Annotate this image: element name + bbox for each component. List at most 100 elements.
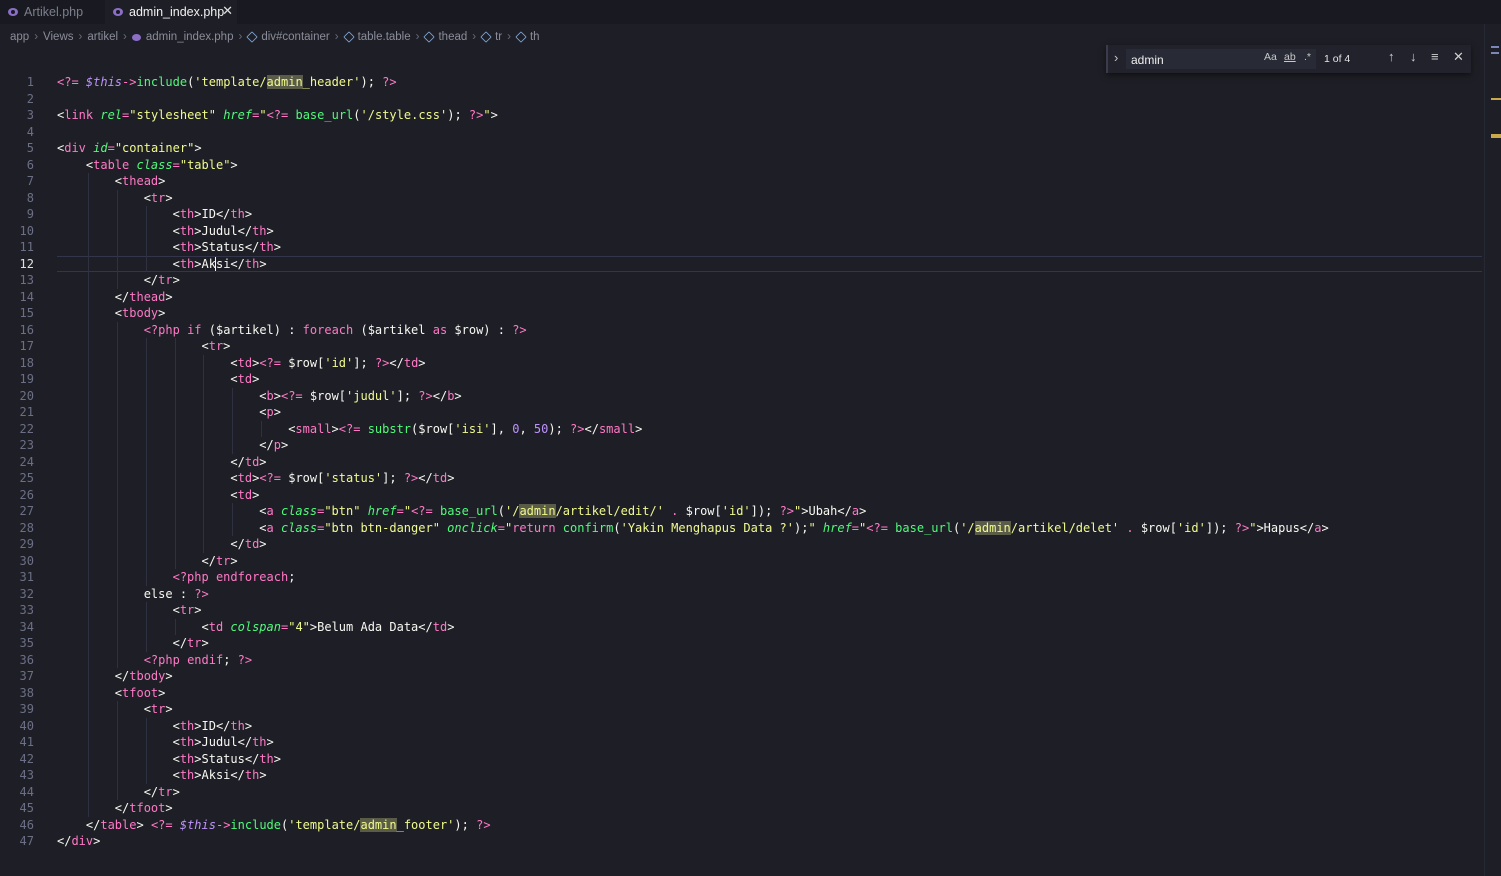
code-line[interactable]: 26 <td> <box>0 486 1482 503</box>
code-line[interactable]: 35 </tr> <box>0 635 1482 652</box>
code-line[interactable]: 19 <td> <box>0 371 1482 388</box>
code-line[interactable]: 42 <th>Status</th> <box>0 750 1482 768</box>
code-line[interactable]: 45 </tfoot> <box>0 800 1482 817</box>
code-line[interactable]: 7 <thead> <box>0 173 1482 190</box>
code-line[interactable]: 4 <box>0 124 1482 141</box>
code-line[interactable]: 2 <box>0 91 1482 108</box>
code-line[interactable]: 9 <th>ID</th> <box>0 206 1482 223</box>
code-line[interactable]: 28 <a class="btn btn-danger" onclick="re… <box>0 519 1482 536</box>
chevron-right-icon[interactable]: › <box>1114 50 1118 65</box>
code-line[interactable]: 15 <tbody> <box>0 305 1482 322</box>
code-line[interactable]: 16 <?php if ($artikel) : foreach ($artik… <box>0 321 1482 338</box>
code-line[interactable]: 21 <p> <box>0 404 1482 421</box>
code-token: 'isi' <box>454 421 491 436</box>
code-text: <th>Status</th> <box>57 751 281 768</box>
code-line[interactable]: 1 <?= $this->include('template/admin_head… <box>0 74 1482 91</box>
code-line[interactable]: 36 <?php endif; ?> <box>0 651 1482 668</box>
code-text: <th>Judul</th> <box>57 223 274 240</box>
code-line[interactable]: 18 <td><?= $row['id']; ?></td> <box>0 354 1482 371</box>
code-text: <a class="btn" href="<?= base_url('/admi… <box>57 503 866 520</box>
code-line[interactable]: 12 <th>Aksi</th> <box>0 255 1482 272</box>
match-case-toggle[interactable]: Aa <box>1264 51 1277 63</box>
code-token: admin <box>266 75 303 89</box>
code-line[interactable]: 8 <tr> <box>0 189 1482 206</box>
code-line[interactable]: 44 </tr> <box>0 783 1482 800</box>
code-token: th <box>179 256 195 271</box>
code-token: > <box>165 289 173 304</box>
close-icon[interactable]: ✕ <box>1453 49 1464 65</box>
breadcrumb-item[interactable]: table.table <box>358 31 411 43</box>
code-token: th <box>230 207 245 221</box>
tab-admin-index-php[interactable]: admin_index.php ✕ <box>105 0 237 24</box>
find-in-selection-icon[interactable]: ≡ <box>1431 49 1439 64</box>
code-line[interactable]: 13 </tr> <box>0 272 1482 289</box>
code-line[interactable]: 29 </td> <box>0 536 1482 553</box>
code-line[interactable]: 10 <th>Judul</th> <box>0 222 1482 240</box>
code-token: include <box>230 817 281 832</box>
code-line[interactable]: 24 </td> <box>0 453 1482 470</box>
breadcrumb-item[interactable]: admin_index.php <box>146 31 234 43</box>
code-line[interactable]: 43 <th>Aksi</th> <box>0 767 1482 784</box>
code-line[interactable]: 39 <tr> <box>0 701 1482 718</box>
arrow-up-icon[interactable]: ↑ <box>1388 49 1395 64</box>
regex-toggle[interactable]: .* <box>1304 51 1311 63</box>
breadcrumb-item[interactable]: div#container <box>261 31 329 43</box>
tab-artikel-php[interactable]: Artikel.php <box>0 0 105 24</box>
code-token: "container" <box>114 141 195 155</box>
code-line[interactable]: 17 <tr> <box>0 338 1482 355</box>
code-token: < <box>57 603 180 617</box>
code-text: <th>Status</th> <box>57 239 281 256</box>
breadcrumb-item[interactable]: Views <box>43 31 73 43</box>
tab-label: admin_index.php <box>129 5 225 19</box>
line-number: 18 <box>19 355 34 370</box>
code-line[interactable]: 41 <th>Judul</th> <box>0 734 1482 751</box>
code-token: tr <box>158 273 173 287</box>
line-number: 16 <box>19 322 34 337</box>
code-token: si</ <box>215 256 245 271</box>
breadcrumb-item[interactable]: artikel <box>87 31 118 43</box>
code-line[interactable]: 22 <small><?= substr($row['isi'], 0, 50)… <box>0 420 1482 437</box>
code-token: td <box>237 355 253 370</box>
breadcrumb-item[interactable]: th <box>530 31 540 43</box>
breadcrumb-item[interactable]: tr <box>495 31 502 43</box>
code-token: class <box>136 157 173 172</box>
code-line[interactable]: 47 </div> <box>0 833 1482 850</box>
whole-word-toggle[interactable]: ab <box>1284 51 1296 63</box>
code-line[interactable]: 5 <div id="container"> <box>0 140 1482 157</box>
code-line[interactable]: 3 <link rel="stylesheet" href="<?= base_u… <box>0 107 1482 124</box>
code-line[interactable]: 27 <a class="btn" href="<?= base_url('/a… <box>0 503 1482 520</box>
code-line[interactable]: 37 </tbody> <box>0 668 1482 685</box>
code-line[interactable]: 31 <?php endforeach; <box>0 569 1482 586</box>
code-token: "stylesheet" <box>129 108 224 122</box>
code-line[interactable]: 23 </p> <box>0 437 1482 454</box>
close-icon[interactable]: ✕ <box>222 3 233 19</box>
code-token: rel <box>100 108 123 122</box>
code-line[interactable]: 11 <th>Status</th> <box>0 239 1482 256</box>
code-line[interactable]: 14 </thead> <box>0 288 1482 305</box>
code-token: tfoot <box>129 801 166 815</box>
code-line[interactable]: 33 <tr> <box>0 602 1482 619</box>
line-number: 15 <box>19 306 34 320</box>
arrow-down-icon[interactable]: ↓ <box>1410 49 1417 64</box>
code-editor[interactable]: 1 <?= $this->include('template/admin_head… <box>0 74 1482 850</box>
code-line[interactable]: 6 <table class="table"> <box>0 157 1482 174</box>
code-token: > <box>259 768 267 782</box>
code-line[interactable]: 30 </tr> <box>0 552 1482 569</box>
code-line[interactable]: 40 <th>ID</th> <box>0 717 1482 734</box>
vertical-scrollbar[interactable] <box>1484 24 1501 876</box>
code-token: </ <box>57 289 130 304</box>
code-token: > <box>136 817 151 832</box>
code-line[interactable]: 38 <tfoot> <box>0 684 1482 701</box>
code-line[interactable]: 32 else : ?> <box>0 585 1482 602</box>
breadcrumb-item[interactable]: thead <box>438 31 467 43</box>
code-token: >Ak <box>194 256 216 271</box>
code-token: tbody <box>129 669 166 683</box>
breadcrumb-item[interactable]: app <box>10 31 29 43</box>
code-line[interactable]: 34 <td colspan="4">Belum Ada Data</td> <box>0 618 1482 635</box>
code-token: small <box>295 421 332 436</box>
code-line[interactable]: 20 <b><?= $row['judul']; ?></b> <box>0 387 1482 404</box>
code-token: admin <box>519 504 556 518</box>
code-text: <td><?= $row['status']; ?></td> <box>57 470 454 487</box>
code-line[interactable]: 46 </table> <?= $this->include('template… <box>0 817 1482 834</box>
code-line[interactable]: 25 <td><?= $row['status']; ?></td> <box>0 470 1482 487</box>
